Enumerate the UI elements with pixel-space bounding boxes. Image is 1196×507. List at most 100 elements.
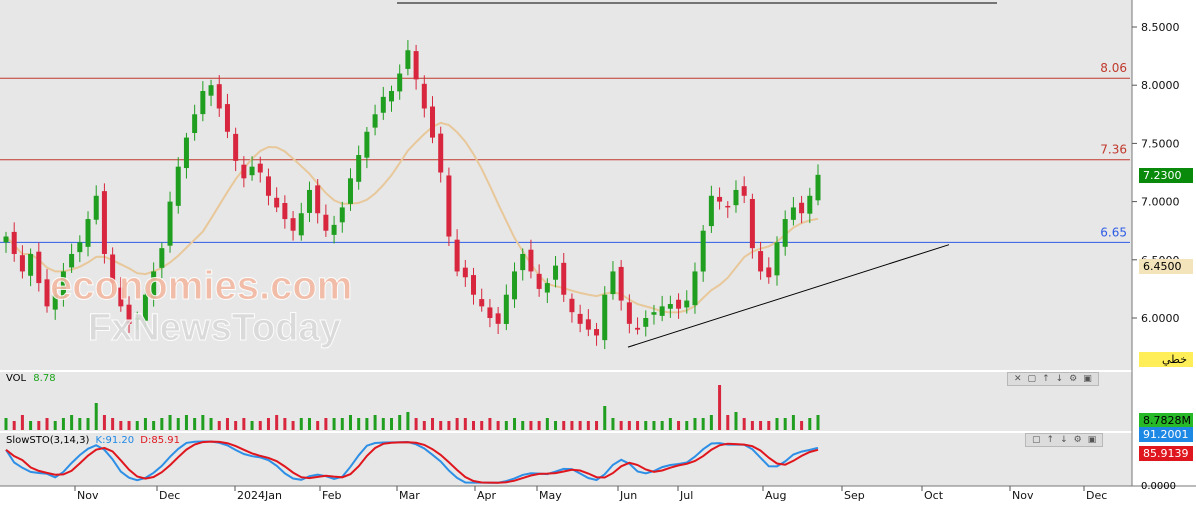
volume-bar [816,415,820,430]
candle-body [717,196,723,202]
volume-bar [217,421,221,430]
volume-bar [422,421,426,430]
volume-bar [513,418,517,430]
volume-bar [406,412,410,430]
volume-bar [537,421,541,430]
volume-bar [242,418,246,430]
time-tick-label: Dec [1086,489,1107,502]
candle-body [315,185,321,214]
settings-icon[interactable]: ⚙ [1074,434,1082,446]
maximize-icon[interactable]: ▢ [1032,434,1041,446]
stochastic-label: SlowSTO(3,14,3) [6,435,90,446]
candle-body [175,166,181,206]
candle-body [208,85,214,96]
stochastic-label-row: SlowSTO(3,14,3) K:91.20 D:85.91 [6,435,180,446]
properties-icon[interactable]: ▣ [1088,434,1097,446]
candle-body [790,207,796,220]
candle-body [257,163,263,173]
volume-bar [808,418,812,430]
volume-bar [37,421,41,430]
candle-body [339,207,345,223]
volume-bar [143,418,147,430]
candle-body [561,262,567,295]
candle-body [454,239,460,272]
volume-bar [742,418,746,430]
candle-body [520,253,526,271]
volume-bar [357,418,361,430]
volume-bar [636,421,640,430]
candle-body [192,114,198,133]
candle-body [405,50,411,69]
candle-body [446,175,452,237]
candle-body [741,186,747,196]
level-label: 6.65 [1100,225,1127,239]
volume-bar [184,415,188,430]
move-up-icon[interactable]: ↑ [1042,373,1050,385]
volume-bar [791,415,795,430]
volume-bar [94,403,98,430]
move-down-icon[interactable]: ↓ [1056,373,1064,385]
close-icon[interactable]: ✕ [1014,373,1022,385]
settings-icon[interactable]: ⚙ [1069,373,1077,385]
volume-bar [521,421,525,430]
volume-bar [234,421,238,430]
volume-bar [176,418,180,430]
candle-body [700,230,706,272]
volume-bar [750,421,754,430]
line-type-button[interactable]: خطي [1139,352,1193,367]
volume-bar [701,418,705,430]
volume-bar [431,418,435,430]
candle-body [610,271,616,295]
time-tick-label: Oct [924,489,944,502]
volume-bar [348,415,352,430]
time-tick-label: 2024Jan [237,489,282,502]
d-value-box: 85.9139 [1139,446,1193,461]
volume-bar [603,406,607,430]
candle-body [290,218,296,231]
maximize-icon[interactable]: ▢ [1028,373,1037,385]
candle-body [274,197,280,208]
volume-bar [693,418,697,430]
move-down-icon[interactable]: ↓ [1060,434,1068,446]
volume-bar [726,415,730,430]
price-tick-label: 8.0000 [1141,79,1180,92]
volume-bar [152,421,156,430]
volume-bar [447,421,451,430]
candle-body [618,266,624,301]
time-tick-label: Nov [1012,489,1034,502]
candle-body [265,176,271,196]
svg-text:FxNewsToday: FxNewsToday [88,307,341,349]
volume-bar [45,418,49,430]
candle-body [815,174,821,201]
candle-body [36,251,42,284]
volume-bar [20,415,24,430]
time-tick-label: Jun [619,489,637,502]
candle-body [11,231,17,254]
candle-body [528,249,534,272]
candle-body [19,255,25,272]
candle-body [347,178,353,204]
volume-bar [644,421,648,430]
volume-bar [767,421,771,430]
candle-body [725,205,731,208]
properties-icon[interactable]: ▣ [1083,373,1092,385]
volume-bar [775,418,779,430]
candle-body [774,242,780,276]
volume-panel-tools: ✕ ▢ ↑ ↓ ⚙ ▣ [1007,372,1099,386]
volume-bar [340,418,344,430]
volume-bar [324,418,328,430]
volume-value: 8.78 [33,373,56,384]
candle-body [635,327,641,330]
volume-bar [709,415,713,430]
stock-chart[interactable]: 8.067.366.65 8.50008.00007.50007.00006.5… [0,0,1196,507]
volume-bar [61,418,65,430]
volume-bar [414,418,418,430]
candle-body [77,242,83,253]
candle-body [28,253,34,276]
candle-body [807,195,813,214]
candle-body [438,133,444,173]
volume-bar [652,421,656,430]
move-up-icon[interactable]: ↑ [1047,434,1055,446]
volume-bar [611,418,615,430]
candle-body [183,137,189,169]
